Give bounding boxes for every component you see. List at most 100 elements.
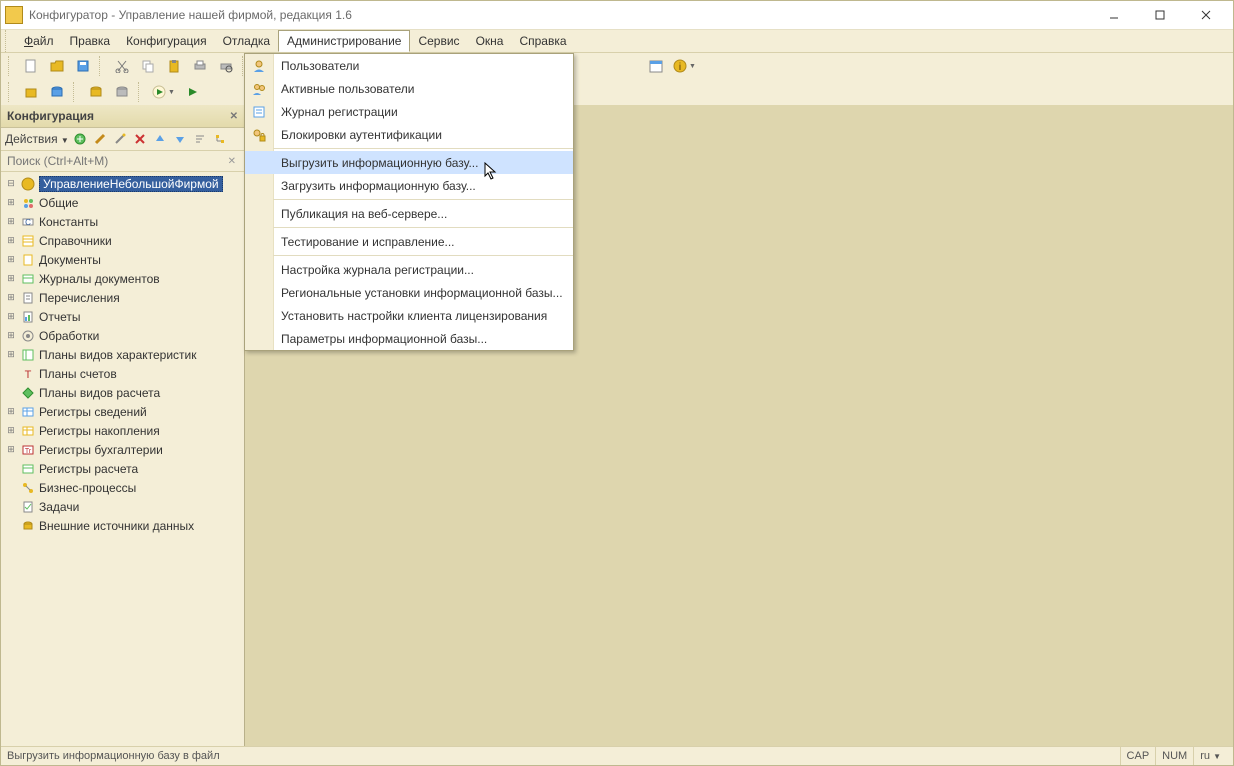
menu-debug[interactable]: Отладка bbox=[215, 30, 278, 52]
menu-windows[interactable]: Окна bbox=[468, 30, 512, 52]
expand-icon[interactable]: ⊞ bbox=[5, 330, 17, 341]
menu-item-verify-repair[interactable]: Тестирование и исправление... bbox=[245, 230, 573, 253]
update-db-button[interactable] bbox=[84, 80, 108, 104]
help-dd-button[interactable]: i▼ bbox=[670, 54, 699, 78]
tree-item[interactable]: ⊞Обработки bbox=[1, 326, 244, 345]
menu-item-dump-infobase[interactable]: Выгрузить информационную базу... bbox=[245, 151, 573, 174]
delete-button[interactable] bbox=[131, 130, 149, 148]
blank-icon bbox=[245, 174, 273, 197]
move-down-button[interactable] bbox=[171, 130, 189, 148]
tree-item[interactable]: ⊞Общие bbox=[1, 193, 244, 212]
search-input[interactable] bbox=[5, 153, 224, 169]
delete-icon bbox=[134, 133, 146, 145]
expand-icon[interactable]: ⊞ bbox=[5, 216, 17, 227]
save-button[interactable] bbox=[71, 54, 95, 78]
tree-item[interactable]: Задачи bbox=[1, 497, 244, 516]
tree-root[interactable]: ⊟ УправлениеНебольшойФирмой bbox=[1, 174, 244, 193]
config-tree[interactable]: ⊟ УправлениеНебольшойФирмой ⊞Общие ⊞CКон… bbox=[1, 172, 244, 747]
tree-item[interactable]: ⊞Перечисления bbox=[1, 288, 244, 307]
expand-icon[interactable]: ⊞ bbox=[5, 235, 17, 246]
expand-icon[interactable]: ⊞ bbox=[5, 425, 17, 436]
menubar-grip[interactable] bbox=[5, 30, 12, 52]
menu-item-web-publish[interactable]: Публикация на веб-сервере... bbox=[245, 202, 573, 225]
menu-item-label: Региональные установки информационной ба… bbox=[273, 286, 563, 300]
menu-item-eventlog-settings[interactable]: Настройка журнала регистрации... bbox=[245, 258, 573, 281]
menu-item-license-client[interactable]: Установить настройки клиента лицензирова… bbox=[245, 304, 573, 327]
tree-item[interactable]: ⊞Регистры накопления bbox=[1, 421, 244, 440]
run-debug-button[interactable]: ▼ bbox=[149, 80, 178, 104]
filter-button[interactable] bbox=[211, 130, 229, 148]
menu-item-restore-infobase[interactable]: Загрузить информационную базу... bbox=[245, 174, 573, 197]
paste-button[interactable] bbox=[162, 54, 186, 78]
tree-item[interactable]: Бизнес-процессы bbox=[1, 478, 244, 497]
toolbar-grip[interactable] bbox=[8, 82, 15, 102]
move-up-button[interactable] bbox=[151, 130, 169, 148]
edit-button[interactable] bbox=[91, 130, 109, 148]
print-preview-button[interactable] bbox=[214, 54, 238, 78]
menu-edit[interactable]: Правка bbox=[62, 30, 119, 52]
open-cfg-button[interactable] bbox=[19, 80, 43, 104]
menu-help[interactable]: Справка bbox=[511, 30, 574, 52]
tree-item[interactable]: ⊞Планы видов характеристик bbox=[1, 345, 244, 364]
tree-item[interactable]: TПланы счетов bbox=[1, 364, 244, 383]
expand-icon[interactable]: ⊞ bbox=[5, 406, 17, 417]
expand-icon[interactable]: ⊞ bbox=[5, 349, 17, 360]
status-lang[interactable]: ru ▼ bbox=[1193, 747, 1227, 765]
actions-menu[interactable]: Действия ▼ bbox=[5, 132, 69, 146]
tree-item[interactable]: ⊞Документы bbox=[1, 250, 244, 269]
expand-icon[interactable]: ⊞ bbox=[5, 292, 17, 303]
tree-item[interactable]: ⊞Журналы документов bbox=[1, 269, 244, 288]
menu-configuration[interactable]: Конфигурация bbox=[118, 30, 215, 52]
expand-icon[interactable]: ⊞ bbox=[5, 273, 17, 284]
tree-item[interactable]: Регистры расчета bbox=[1, 459, 244, 478]
menu-item-label: Журнал регистрации bbox=[273, 105, 398, 119]
play-small-icon bbox=[185, 85, 199, 99]
expand-icon[interactable]: ⊞ bbox=[5, 311, 17, 322]
sort-button[interactable] bbox=[191, 130, 209, 148]
tree-item[interactable]: ⊞CКонстанты bbox=[1, 212, 244, 231]
tree-item[interactable]: ⊞Регистры сведений bbox=[1, 402, 244, 421]
add-button[interactable] bbox=[71, 130, 89, 148]
expand-icon[interactable]: ⊞ bbox=[5, 197, 17, 208]
app-icon bbox=[5, 6, 23, 24]
menu-item-auth-locks[interactable]: Блокировки аутентификации bbox=[245, 123, 573, 146]
wizard-button[interactable] bbox=[111, 130, 129, 148]
close-button[interactable] bbox=[1183, 4, 1229, 26]
tree-item[interactable]: ⊞Справочники bbox=[1, 231, 244, 250]
tree-item[interactable]: Внешние источники данных bbox=[1, 516, 244, 535]
cut-button[interactable] bbox=[110, 54, 134, 78]
minimize-button[interactable] bbox=[1091, 4, 1137, 26]
panel-close-button[interactable]: ✕ bbox=[230, 111, 238, 122]
maximize-button[interactable] bbox=[1137, 4, 1183, 26]
calendar-button[interactable] bbox=[644, 54, 668, 78]
blank-icon bbox=[245, 281, 273, 304]
collapse-icon[interactable]: ⊟ bbox=[5, 178, 17, 189]
menu-item-active-users[interactable]: Активные пользователи bbox=[245, 77, 573, 100]
new-doc-button[interactable] bbox=[19, 54, 43, 78]
tree-item[interactable]: Планы видов расчета bbox=[1, 383, 244, 402]
expand-icon[interactable]: ⊞ bbox=[5, 444, 17, 455]
title-bar: Конфигуратор - Управление нашей фирмой, … bbox=[1, 1, 1233, 30]
menu-item-infobase-params[interactable]: Параметры информационной базы... bbox=[245, 327, 573, 350]
db-button[interactable] bbox=[45, 80, 69, 104]
menu-service[interactable]: Сервис bbox=[410, 30, 467, 52]
clear-search-button[interactable]: ✕ bbox=[224, 156, 240, 167]
menu-administration[interactable]: Администрирование bbox=[278, 30, 410, 52]
tree-item[interactable]: ⊞TrРегистры бухгалтерии bbox=[1, 440, 244, 459]
open-button[interactable] bbox=[45, 54, 69, 78]
menu-item-users[interactable]: Пользователи bbox=[245, 54, 573, 77]
expand-icon[interactable]: ⊞ bbox=[5, 254, 17, 265]
menu-item-label: Пользователи bbox=[273, 59, 359, 73]
print-button[interactable] bbox=[188, 54, 212, 78]
menu-item-label: Установить настройки клиента лицензирова… bbox=[273, 309, 547, 323]
tree-item[interactable]: ⊞Отчеты bbox=[1, 307, 244, 326]
menu-item-event-log[interactable]: Журнал регистрации bbox=[245, 100, 573, 123]
menu-file[interactable]: Файл bbox=[16, 30, 62, 52]
save-cfg-button[interactable] bbox=[110, 80, 134, 104]
toolbar-row-1: i▼ bbox=[1, 53, 1233, 79]
copy-button[interactable] bbox=[136, 54, 160, 78]
toolbar-grip[interactable] bbox=[8, 56, 15, 76]
debug-run-button[interactable] bbox=[180, 80, 204, 104]
blank-icon bbox=[245, 202, 273, 225]
menu-item-regional-settings[interactable]: Региональные установки информационной ба… bbox=[245, 281, 573, 304]
